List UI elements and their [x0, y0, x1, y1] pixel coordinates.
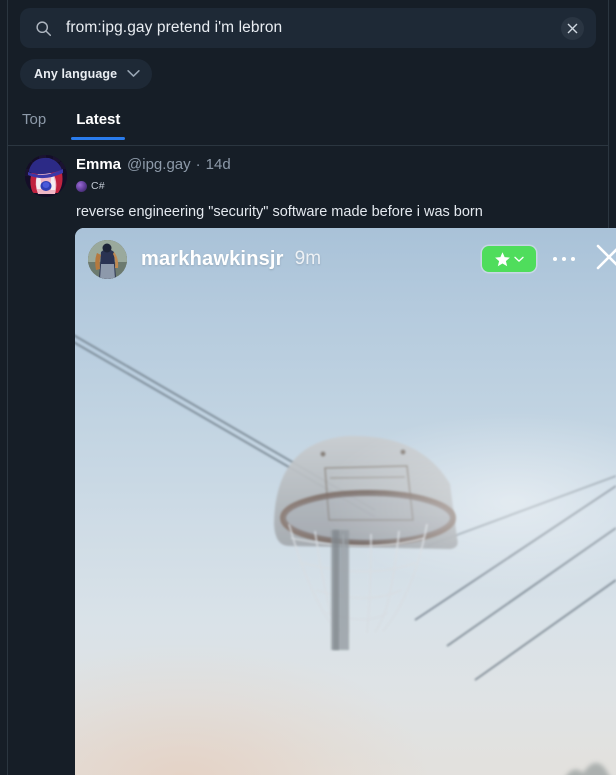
post-embed-image[interactable]: markhawkinsjr 9m	[75, 228, 616, 775]
story-favorite-button[interactable]	[481, 246, 536, 272]
star-icon	[494, 251, 510, 266]
search-icon	[35, 20, 52, 37]
results-tabs: Top Latest	[20, 105, 126, 140]
post-header: Emma @ipg.gay · 14d	[76, 156, 231, 173]
post-separator: ·	[195, 156, 201, 173]
story-more-icon[interactable]	[552, 256, 575, 262]
globe-icon	[76, 180, 87, 192]
search-clear-button[interactable]	[561, 16, 584, 40]
avatar[interactable]	[25, 155, 67, 197]
story-header-overlay: markhawkinsjr 9m	[75, 228, 616, 290]
post-badge-label: C#	[91, 180, 105, 192]
tabs-divider	[8, 145, 608, 146]
story-timestamp: 9m	[294, 248, 322, 269]
post-author-name[interactable]: Emma	[76, 156, 121, 173]
sunset-haze	[75, 645, 427, 775]
tab-top[interactable]: Top	[20, 105, 48, 140]
tab-latest[interactable]: Latest	[71, 105, 126, 140]
filter-row: Any language	[20, 59, 153, 89]
story-avatar[interactable]	[88, 239, 127, 279]
app-window: Any language Top Latest	[0, 0, 616, 775]
tab-top-label: Top	[22, 111, 47, 128]
search-box[interactable]	[20, 8, 596, 48]
post-author-handle[interactable]: @ipg.gay	[127, 156, 191, 173]
post-timestamp[interactable]: 14d	[206, 156, 231, 173]
search-bar	[20, 8, 596, 48]
language-filter-label: Any language	[34, 67, 118, 81]
language-filter-dropdown[interactable]: Any language	[20, 59, 153, 89]
cloud-haze	[318, 410, 616, 594]
chevron-down-icon	[513, 256, 524, 262]
story-username[interactable]: markhawkinsjr	[141, 248, 284, 271]
search-input[interactable]	[66, 19, 561, 37]
chevron-down-icon	[127, 65, 140, 83]
post-language-badge: C#	[76, 180, 105, 192]
tab-latest-label: Latest	[76, 111, 121, 128]
window-left-border	[7, 0, 8, 775]
post-text: reverse engineering "security" software …	[76, 204, 483, 220]
story-close-icon[interactable]	[594, 242, 616, 277]
